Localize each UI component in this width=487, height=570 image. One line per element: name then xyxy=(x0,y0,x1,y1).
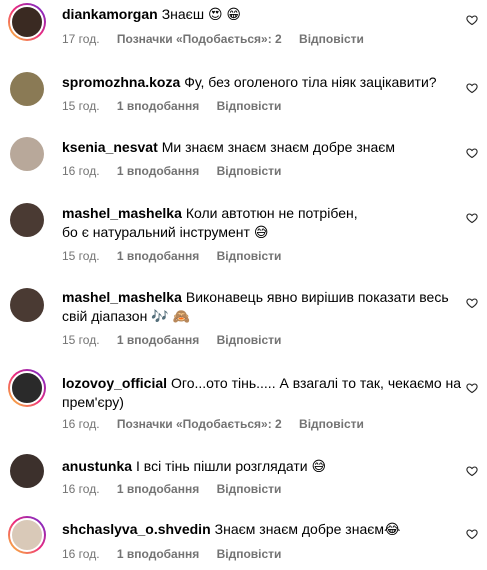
comment-text: diankamorgan Знаєш 😍 😁 xyxy=(62,5,452,24)
comment-body: Знаєм знаєм добре знаєм😂 xyxy=(214,521,401,537)
avatar[interactable] xyxy=(10,137,44,171)
comment-item: spromozhna.koza Фу, без оголеного тіла ні… xyxy=(0,64,487,130)
comment-time[interactable]: 16 год. xyxy=(62,417,100,431)
comment-body: Знаєш 😍 😁 xyxy=(161,6,242,22)
comment-likes[interactable]: 1 вподобання xyxy=(117,547,199,561)
reply-button[interactable]: Відповісти xyxy=(217,547,282,561)
comment-meta: 17 год. Позначки «Подобається»: 2 Відпов… xyxy=(62,32,378,46)
comment-time[interactable]: 16 год. xyxy=(62,547,100,561)
comment-username[interactable]: mashel_mashelka xyxy=(62,289,182,305)
avatar-story-ring[interactable] xyxy=(8,369,46,407)
comment-body: Фу, без оголеного тіла ніяк зацікавити? xyxy=(184,74,437,90)
comment-text: spromozhna.koza Фу, без оголеного тіла ні… xyxy=(62,73,452,92)
comment-time[interactable]: 16 год. xyxy=(62,164,100,178)
comment-username[interactable]: spromozhna.koza xyxy=(62,74,180,90)
comment-username[interactable]: lozovoy_official xyxy=(62,375,167,391)
avatar[interactable] xyxy=(10,72,44,106)
comment-likes[interactable]: 1 вподобання xyxy=(117,164,199,178)
comment-item: shchaslyva_o.shvedin Знаєм знаєм добре зн… xyxy=(0,512,487,570)
comment-item: diankamorgan Знаєш 😍 😁 17 год. Позначки «… xyxy=(0,0,487,60)
avatar[interactable] xyxy=(10,288,44,322)
comment-text: lozovoy_official Ого...ото тінь..... А вз… xyxy=(62,374,462,412)
comment-time[interactable]: 17 год. xyxy=(62,32,100,46)
comment-text: mashel_mashelka Виконавець явно вирішив п… xyxy=(62,288,462,326)
heart-outline-icon[interactable] xyxy=(466,297,478,309)
comment-meta: 15 год. 1 вподобання Відповісти xyxy=(62,99,295,113)
heart-outline-icon[interactable] xyxy=(466,147,478,159)
heart-outline-icon[interactable] xyxy=(466,528,478,540)
comment-likes[interactable]: 1 вподобання xyxy=(117,249,199,263)
comment-meta: 16 год. 1 вподобання Відповісти xyxy=(62,547,295,561)
comment-item: lozovoy_official Ого...ото тінь..... А вз… xyxy=(0,364,487,444)
comment-item: anustunka І всі тінь пішли розглядати 😅 1… xyxy=(0,448,487,510)
comment-body: І всі тінь пішли розглядати 😅 xyxy=(136,458,327,474)
comment-meta: 15 год. 1 вподобання Відповісти xyxy=(62,333,295,347)
comment-meta: 16 год. Позначки «Подобається»: 2 Відпов… xyxy=(62,417,378,431)
heart-outline-icon[interactable] xyxy=(466,465,478,477)
comment-text: ksenia_nesvat Ми знаєм знаєм знаєм добре … xyxy=(62,138,452,157)
avatar[interactable] xyxy=(10,454,44,488)
comment-username[interactable]: ksenia_nesvat xyxy=(62,139,158,155)
reply-button[interactable]: Відповісти xyxy=(299,417,364,431)
comment-body: Ми знаєм знаєм знаєм добре знаєм xyxy=(161,139,396,155)
comments-list: diankamorgan Знаєш 😍 😁 17 год. Позначки «… xyxy=(0,0,487,570)
comment-username[interactable]: shchaslyva_o.shvedin xyxy=(62,521,211,537)
comment-username[interactable]: mashel_mashelka xyxy=(62,205,182,221)
comment-likes[interactable]: 1 вподобання xyxy=(117,482,199,496)
comment-time[interactable]: 16 год. xyxy=(62,482,100,496)
comment-meta: 15 год. 1 вподобання Відповісти xyxy=(62,249,295,263)
avatar[interactable] xyxy=(10,203,44,237)
comment-item: mashel_mashelka Виконавець явно вирішив п… xyxy=(0,280,487,362)
comment-time[interactable]: 15 год. xyxy=(62,99,100,113)
comment-likes[interactable]: 1 вподобання xyxy=(117,333,199,347)
comment-item: ksenia_nesvat Ми знаєм знаєм знаєм добре … xyxy=(0,130,487,190)
heart-outline-icon[interactable] xyxy=(466,382,478,394)
comment-time[interactable]: 15 год. xyxy=(62,249,100,263)
reply-button[interactable]: Відповісти xyxy=(217,99,282,113)
avatar xyxy=(10,518,44,552)
reply-button[interactable]: Відповісти xyxy=(217,249,282,263)
comment-item: mashel_mashelka Коли автотюн не потрібен,… xyxy=(0,196,487,276)
avatar-story-ring[interactable] xyxy=(8,516,46,554)
comment-text: shchaslyva_o.shvedin Знаєм знаєм добре зн… xyxy=(62,520,452,539)
avatar-story-ring[interactable] xyxy=(8,3,46,41)
comment-username[interactable]: anustunka xyxy=(62,458,132,474)
comment-text: mashel_mashelka Коли автотюн не потрібен,… xyxy=(62,204,362,242)
heart-outline-icon[interactable] xyxy=(466,212,478,224)
reply-button[interactable]: Відповісти xyxy=(299,32,364,46)
heart-outline-icon[interactable] xyxy=(466,82,478,94)
reply-button[interactable]: Відповісти xyxy=(217,333,282,347)
heart-outline-icon[interactable] xyxy=(466,14,478,26)
comment-meta: 16 год. 1 вподобання Відповісти xyxy=(62,482,295,496)
comment-text: anustunka І всі тінь пішли розглядати 😅 xyxy=(62,457,452,476)
avatar xyxy=(10,371,44,405)
comment-time[interactable]: 15 год. xyxy=(62,333,100,347)
reply-button[interactable]: Відповісти xyxy=(217,164,282,178)
comment-meta: 16 год. 1 вподобання Відповісти xyxy=(62,164,295,178)
comment-likes[interactable]: 1 вподобання xyxy=(117,99,199,113)
reply-button[interactable]: Відповісти xyxy=(217,482,282,496)
comment-likes[interactable]: Позначки «Подобається»: 2 xyxy=(117,417,282,431)
comment-username[interactable]: diankamorgan xyxy=(62,6,158,22)
avatar xyxy=(10,5,44,39)
comment-likes[interactable]: Позначки «Подобається»: 2 xyxy=(117,32,282,46)
